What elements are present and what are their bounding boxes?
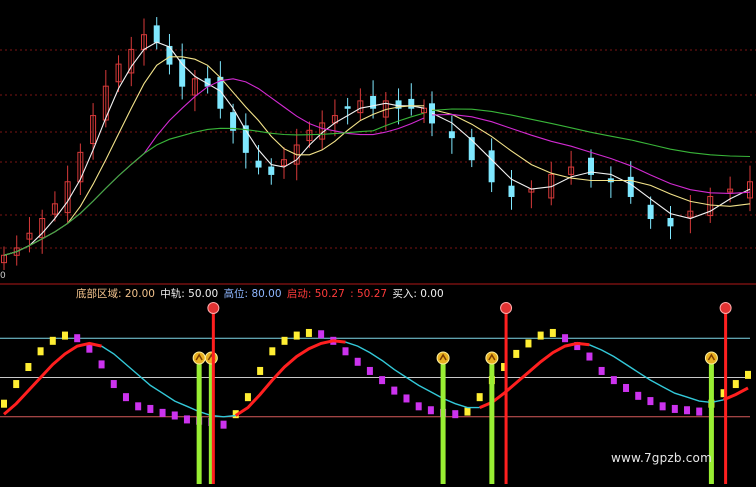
- buy-signal-bar: [708, 360, 714, 484]
- oscillator-bar: [623, 383, 630, 392]
- oscillator-bar: [49, 336, 56, 345]
- oscillator-bar: [403, 394, 410, 403]
- legend-bottom-zone: 底部区域: 20.00: [76, 288, 155, 300]
- oscillator-bar: [671, 404, 678, 413]
- moving-average-12-segment-0: [3, 78, 425, 256]
- legend-mid-rail: 中轨: 50.00: [160, 288, 219, 300]
- oscillator-bar: [61, 331, 68, 340]
- candle-body: [255, 160, 262, 168]
- oscillator-bar: [427, 406, 434, 415]
- indicator-legend: 底部区域: 20.00 中轨: 50.00 高位: 80.00 启动: 50.2…: [76, 287, 446, 301]
- oscillator-bar: [98, 360, 105, 369]
- oscillator-bar: [135, 402, 142, 411]
- oscillator-bar: [122, 393, 129, 402]
- slow-line-rising: [234, 339, 346, 417]
- oscillator-bar: [586, 352, 593, 361]
- candle-body: [468, 137, 475, 161]
- candle-body: [268, 166, 275, 175]
- oscillator-bar: [25, 363, 32, 372]
- oscillator-bar: [525, 339, 532, 348]
- oscillator-bar: [281, 336, 288, 345]
- candle-body: [508, 185, 515, 197]
- slow-line-rising: [479, 341, 590, 409]
- oscillator-bar: [342, 347, 349, 356]
- legend-high-zone: 高位: 80.00: [223, 288, 282, 300]
- oscillator-bar: [37, 347, 44, 356]
- candle-body: [344, 106, 351, 109]
- slow-line-falling: [345, 341, 480, 409]
- oscillator-bar: [318, 330, 325, 339]
- oscillator-bar: [452, 410, 459, 419]
- oscillator-bar: [610, 376, 617, 385]
- oscillator-bar: [1, 399, 7, 408]
- oscillator-bar: [354, 357, 361, 366]
- indicator-levels: [0, 337, 750, 418]
- oscillator-bar: [635, 391, 642, 400]
- oscillator-bar: [745, 370, 751, 379]
- oscillator-bar: [647, 397, 654, 406]
- oscillator-bar: [86, 344, 93, 353]
- slow-line-rising: [3, 341, 102, 416]
- oscillator-bar: [696, 407, 703, 416]
- oscillator-bar: [183, 415, 190, 424]
- buy-signal-bar: [440, 360, 446, 484]
- candle-body: [153, 25, 160, 43]
- candle-body: [408, 98, 415, 109]
- oscillator-bar: [562, 334, 569, 343]
- oscillator-bar: [171, 411, 178, 420]
- oscillator-bar: [549, 328, 556, 337]
- indicator-lines: [3, 339, 749, 418]
- stock-chart-canvas[interactable]: [0, 0, 756, 487]
- candle-body: [488, 150, 495, 183]
- red-ball-icon: [207, 302, 220, 314]
- oscillator-bar: [257, 366, 264, 375]
- moving-average-30-segment-1: [431, 108, 751, 158]
- indicator-bars: [1, 328, 751, 429]
- oscillator-bar: [366, 366, 373, 375]
- red-ball-icon: [719, 302, 732, 314]
- candle-body: [230, 112, 237, 131]
- legend-buy: 买入: 0.00: [392, 288, 444, 300]
- legend-start-b: : 50.27: [350, 288, 388, 300]
- oscillator-bar: [220, 420, 227, 429]
- red-ball-icon: [500, 302, 513, 314]
- sell-signal-line: [211, 313, 215, 484]
- oscillator-bar: [293, 331, 300, 340]
- oscillator-bar: [659, 402, 666, 411]
- oscillator-bar: [269, 347, 276, 356]
- oscillator-bar: [379, 376, 386, 385]
- oscillator-bar: [537, 331, 544, 340]
- buy-signal-bar: [196, 360, 202, 484]
- price-axis-zero-label: 0: [0, 271, 6, 281]
- oscillator-bar: [476, 393, 483, 402]
- oscillator-bar: [13, 380, 20, 389]
- candle-body: [667, 218, 674, 227]
- sell-signal-line: [504, 313, 508, 484]
- oscillator-bar: [684, 406, 691, 415]
- slow-line-rising: [723, 386, 749, 402]
- candle-body: [647, 204, 654, 220]
- buy-signal-bar: [489, 360, 495, 484]
- oscillator-bar: [464, 407, 471, 416]
- oscillator-bar: [513, 349, 520, 358]
- candle-body: [448, 131, 455, 139]
- oscillator-bar: [305, 328, 312, 337]
- slow-line-falling: [589, 344, 724, 404]
- oscillator-bar: [598, 366, 605, 375]
- oscillator-bar: [415, 402, 422, 411]
- oscillator-bar: [244, 393, 251, 402]
- oscillator-bar: [159, 408, 166, 417]
- site-watermark: www.7gpzb.com: [611, 451, 712, 465]
- moving-average-6-segment-0: [3, 56, 424, 256]
- oscillator-bar: [147, 404, 154, 413]
- legend-start-a: 启动: 50.27: [286, 288, 345, 300]
- oscillator-bar: [391, 386, 398, 395]
- main-chart-gridlines: [0, 49, 756, 249]
- oscillator-bar: [74, 334, 81, 343]
- oscillator-bar: [732, 380, 739, 389]
- sell-signal-line: [724, 313, 728, 484]
- oscillator-bar: [110, 380, 117, 389]
